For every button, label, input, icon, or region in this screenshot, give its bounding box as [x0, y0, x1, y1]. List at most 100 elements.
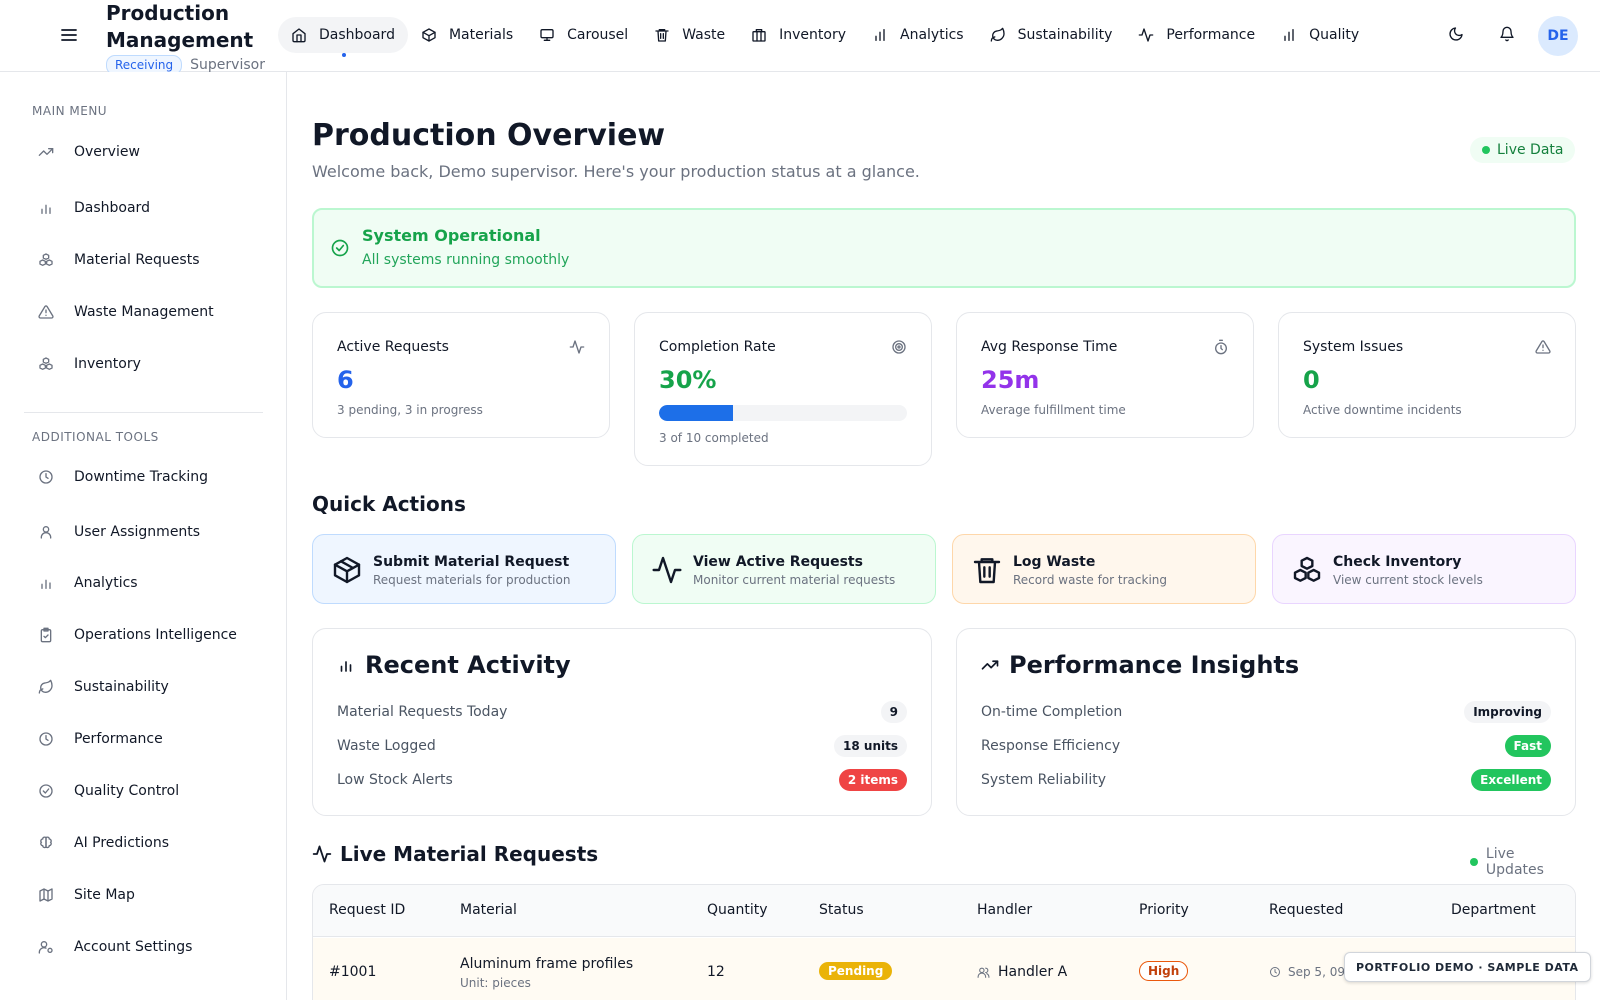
sidebar-item-inventory[interactable]: Inventory — [38, 353, 141, 375]
activity-alert-badge: 2 items — [838, 769, 907, 791]
nav-label: Dashboard — [319, 27, 395, 43]
bell-icon[interactable] — [1497, 24, 1517, 44]
leaf-icon — [38, 679, 53, 694]
stat-value: 30% — [659, 366, 717, 394]
brain-icon — [40, 836, 52, 849]
column-header[interactable]: Request ID — [329, 902, 405, 918]
nav-quality[interactable]: Quality — [1268, 17, 1372, 53]
target-icon — [892, 340, 906, 354]
column-header[interactable]: Priority — [1139, 902, 1189, 918]
trash-icon — [973, 558, 1001, 584]
avatar[interactable]: DE — [1538, 16, 1578, 56]
view-active-requests-button[interactable]: View Active Requests Monitor current mat… — [632, 534, 936, 604]
activity-row: Waste Logged 18 units — [337, 735, 907, 757]
column-header[interactable]: Requested — [1269, 902, 1343, 918]
sidebar-item-quality-control[interactable]: Quality Control — [38, 780, 179, 802]
home-icon — [292, 28, 306, 43]
moon-icon[interactable] — [1446, 24, 1466, 44]
monitor-icon — [540, 28, 554, 41]
nav-carousel[interactable]: Carousel — [526, 17, 641, 53]
live-requests-table: Request ID Material Quantity Status Hand… — [312, 884, 1576, 1000]
sidebar-item-dashboard[interactable]: Dashboard — [38, 197, 150, 219]
bar-chart-icon — [41, 204, 51, 214]
sidebar-item-label: Material Requests — [74, 252, 200, 268]
nav-inventory[interactable]: Inventory — [738, 17, 859, 53]
sidebar-item-label: Site Map — [74, 887, 135, 903]
stat-value: 25m — [981, 366, 1040, 394]
sidebar-item-operations-intelligence[interactable]: Operations Intelligence — [38, 624, 237, 646]
material-name: Aluminum frame profiles — [460, 956, 634, 972]
quick-action-title: View Active Requests — [693, 554, 863, 570]
stat-label: Avg Response Time — [981, 339, 1118, 355]
recent-activity-title: Recent Activity — [365, 651, 571, 679]
sidebar-item-user-assignments[interactable]: User Assignments — [38, 521, 200, 543]
sidebar-item-label: Inventory — [74, 356, 141, 372]
nav-label: Performance — [1166, 27, 1256, 43]
quick-action-title: Submit Material Request — [373, 554, 570, 570]
alert-triangle-icon — [38, 305, 54, 319]
completion-progress-fill — [659, 405, 734, 421]
menu-icon[interactable] — [58, 24, 80, 46]
activity-label: Low Stock Alerts — [337, 772, 453, 788]
sidebar-item-analytics[interactable]: Analytics — [38, 572, 138, 594]
nav-sustainability[interactable]: Sustainability — [977, 17, 1126, 53]
activity-icon — [569, 340, 585, 354]
sidebar-item-label: Quality Control — [74, 783, 180, 799]
users-icon — [977, 967, 990, 978]
activity-row: Low Stock Alerts 2 items — [337, 769, 907, 791]
stat-value: 0 — [1303, 366, 1320, 394]
stat-label: System Issues — [1303, 339, 1404, 355]
timer-icon — [1215, 339, 1227, 355]
sidebar-item-label: User Assignments — [74, 524, 201, 540]
check-inventory-button[interactable]: Check Inventory View current stock level… — [1272, 534, 1576, 604]
clock-icon — [1270, 967, 1280, 977]
page-subtitle: Welcome back, Demo supervisor. Here's yo… — [312, 162, 920, 181]
bar-chart-icon — [1284, 29, 1294, 41]
log-waste-button[interactable]: Log Waste Record waste for tracking — [952, 534, 1256, 604]
column-header[interactable]: Quantity — [707, 902, 768, 918]
nav-analytics[interactable]: Analytics — [859, 17, 977, 53]
boxes-icon — [39, 357, 53, 370]
sidebar-item-label: Downtime Tracking — [74, 469, 209, 485]
user-icon — [40, 526, 52, 539]
insight-row: Response Efficiency Fast — [981, 735, 1551, 757]
sidebar-item-account-settings[interactable]: Account Settings — [38, 936, 192, 958]
bar-chart-icon — [875, 29, 885, 41]
stat-card-avg-response-time: Avg Response Time 25m Average fulfillmen… — [956, 312, 1254, 438]
sidebar-item-site-map[interactable]: Site Map — [38, 884, 135, 906]
submit-material-request-button[interactable]: Submit Material Request Request material… — [312, 534, 616, 604]
bar-chart-icon — [340, 661, 352, 672]
nav-waste[interactable]: Waste — [641, 17, 738, 53]
quick-action-subtitle: View current stock levels — [1333, 573, 1483, 587]
sidebar-item-downtime-tracking[interactable]: Downtime Tracking — [38, 466, 208, 488]
sidebar-item-performance[interactable]: Performance — [38, 728, 163, 750]
quick-action-subtitle: Record waste for tracking — [1013, 573, 1168, 587]
column-header[interactable]: Handler — [977, 902, 1032, 918]
bar-chart-icon — [41, 579, 51, 589]
activity-count-badge: 18 units — [834, 735, 907, 757]
sidebar-item-overview[interactable]: Overview — [38, 141, 140, 163]
nav-label: Sustainability — [1017, 27, 1113, 43]
stat-note: Active downtime incidents — [1303, 403, 1462, 417]
column-header[interactable]: Department — [1451, 902, 1536, 918]
column-header[interactable]: Status — [819, 902, 864, 918]
sidebar-item-label: Analytics — [74, 575, 138, 591]
nav-materials[interactable]: Materials — [408, 17, 526, 53]
nav-label: Inventory — [779, 27, 846, 43]
sidebar-item-sustainability[interactable]: Sustainability — [38, 676, 169, 698]
activity-row: Material Requests Today 9 — [337, 701, 907, 723]
insight-label: System Reliability — [981, 772, 1107, 788]
nav-performance[interactable]: Performance — [1125, 17, 1268, 53]
column-header[interactable]: Material — [460, 902, 517, 918]
sidebar-item-material-requests[interactable]: Material Requests — [38, 249, 200, 271]
sidebar-item-ai-predictions[interactable]: AI Predictions — [38, 832, 169, 854]
top-navigation: Dashboard Materials Carousel Waste Inven… — [278, 17, 1372, 57]
sidebar-item-label: Dashboard — [74, 200, 150, 216]
portfolio-demo-badge: PORTFOLIO DEMO · SAMPLE DATA — [1344, 952, 1591, 982]
handler-cell: Handler A — [977, 964, 1067, 980]
sidebar: MAIN MENU Overview Dashboard Material Re… — [0, 72, 287, 1000]
boxes-icon — [39, 253, 53, 266]
sidebar-item-waste-management[interactable]: Waste Management — [38, 301, 214, 323]
nav-dashboard[interactable]: Dashboard — [278, 17, 408, 57]
live-data-badge: Live Data — [1470, 137, 1576, 163]
